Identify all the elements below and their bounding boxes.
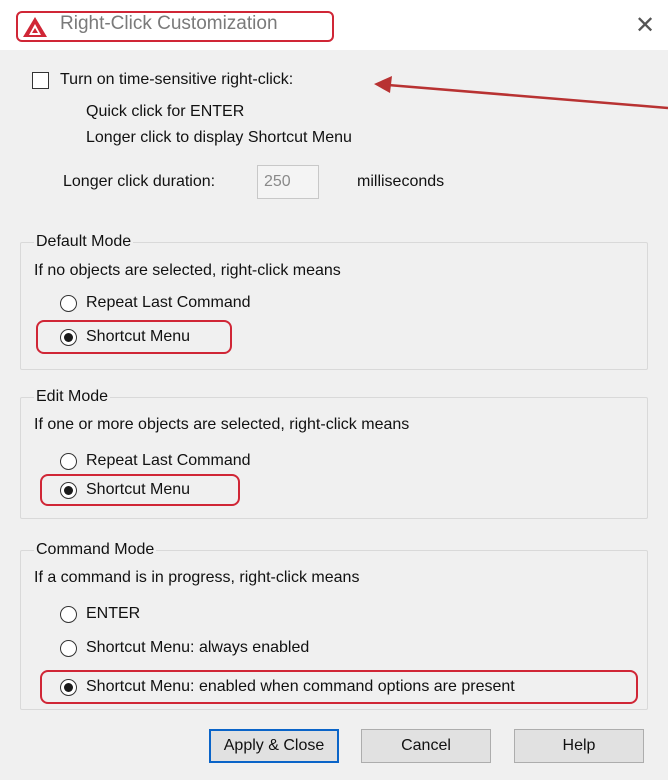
cancel-button[interactable]: Cancel: [361, 729, 491, 763]
default-mode-description: If no objects are selected, right-click …: [34, 262, 341, 279]
time-sensitive-checkbox[interactable]: [32, 72, 49, 89]
command-always-radio[interactable]: [60, 640, 77, 657]
edit-shortcut-radio[interactable]: [60, 482, 77, 499]
edit-mode-title: Edit Mode: [34, 388, 111, 406]
edit-shortcut-label[interactable]: Shortcut Menu: [86, 481, 190, 499]
default-shortcut-radio[interactable]: [60, 329, 77, 346]
edit-repeat-label[interactable]: Repeat Last Command: [86, 452, 251, 470]
edit-mode-description: If one or more objects are selected, rig…: [34, 416, 410, 433]
time-sensitive-label[interactable]: Turn on time-sensitive right-click:: [60, 71, 293, 89]
autocad-icon: [23, 17, 47, 37]
command-mode-description: If a command is in progress, right-click…: [34, 569, 360, 586]
longer-click-text: Longer click to display Shortcut Menu: [86, 129, 352, 146]
default-repeat-radio[interactable]: [60, 295, 77, 312]
apply-close-button[interactable]: Apply & Close: [209, 729, 339, 763]
right-click-customization-dialog: Right-Click Customization ✕ Turn on time…: [0, 0, 668, 780]
default-mode-title: Default Mode: [34, 233, 134, 251]
default-shortcut-label[interactable]: Shortcut Menu: [86, 328, 190, 346]
command-enter-radio[interactable]: [60, 606, 77, 623]
annotation-arrow: [374, 76, 668, 110]
command-options-radio[interactable]: [60, 679, 77, 696]
duration-label: Longer click duration:: [63, 173, 216, 190]
command-always-label[interactable]: Shortcut Menu: always enabled: [86, 639, 309, 657]
command-options-label[interactable]: Shortcut Menu: enabled when command opti…: [86, 678, 515, 696]
duration-input[interactable]: 250: [257, 165, 319, 199]
help-button[interactable]: Help: [514, 729, 644, 763]
default-repeat-label[interactable]: Repeat Last Command: [86, 294, 251, 312]
duration-unit: milliseconds: [357, 173, 445, 190]
close-icon[interactable]: ✕: [630, 12, 660, 40]
edit-repeat-radio[interactable]: [60, 453, 77, 470]
command-mode-title: Command Mode: [34, 541, 157, 559]
command-enter-label[interactable]: ENTER: [86, 605, 140, 623]
title-bar: Right-Click Customization ✕: [0, 0, 668, 50]
quick-click-text: Quick click for ENTER: [86, 103, 245, 120]
window-title: Right-Click Customization: [60, 13, 278, 34]
